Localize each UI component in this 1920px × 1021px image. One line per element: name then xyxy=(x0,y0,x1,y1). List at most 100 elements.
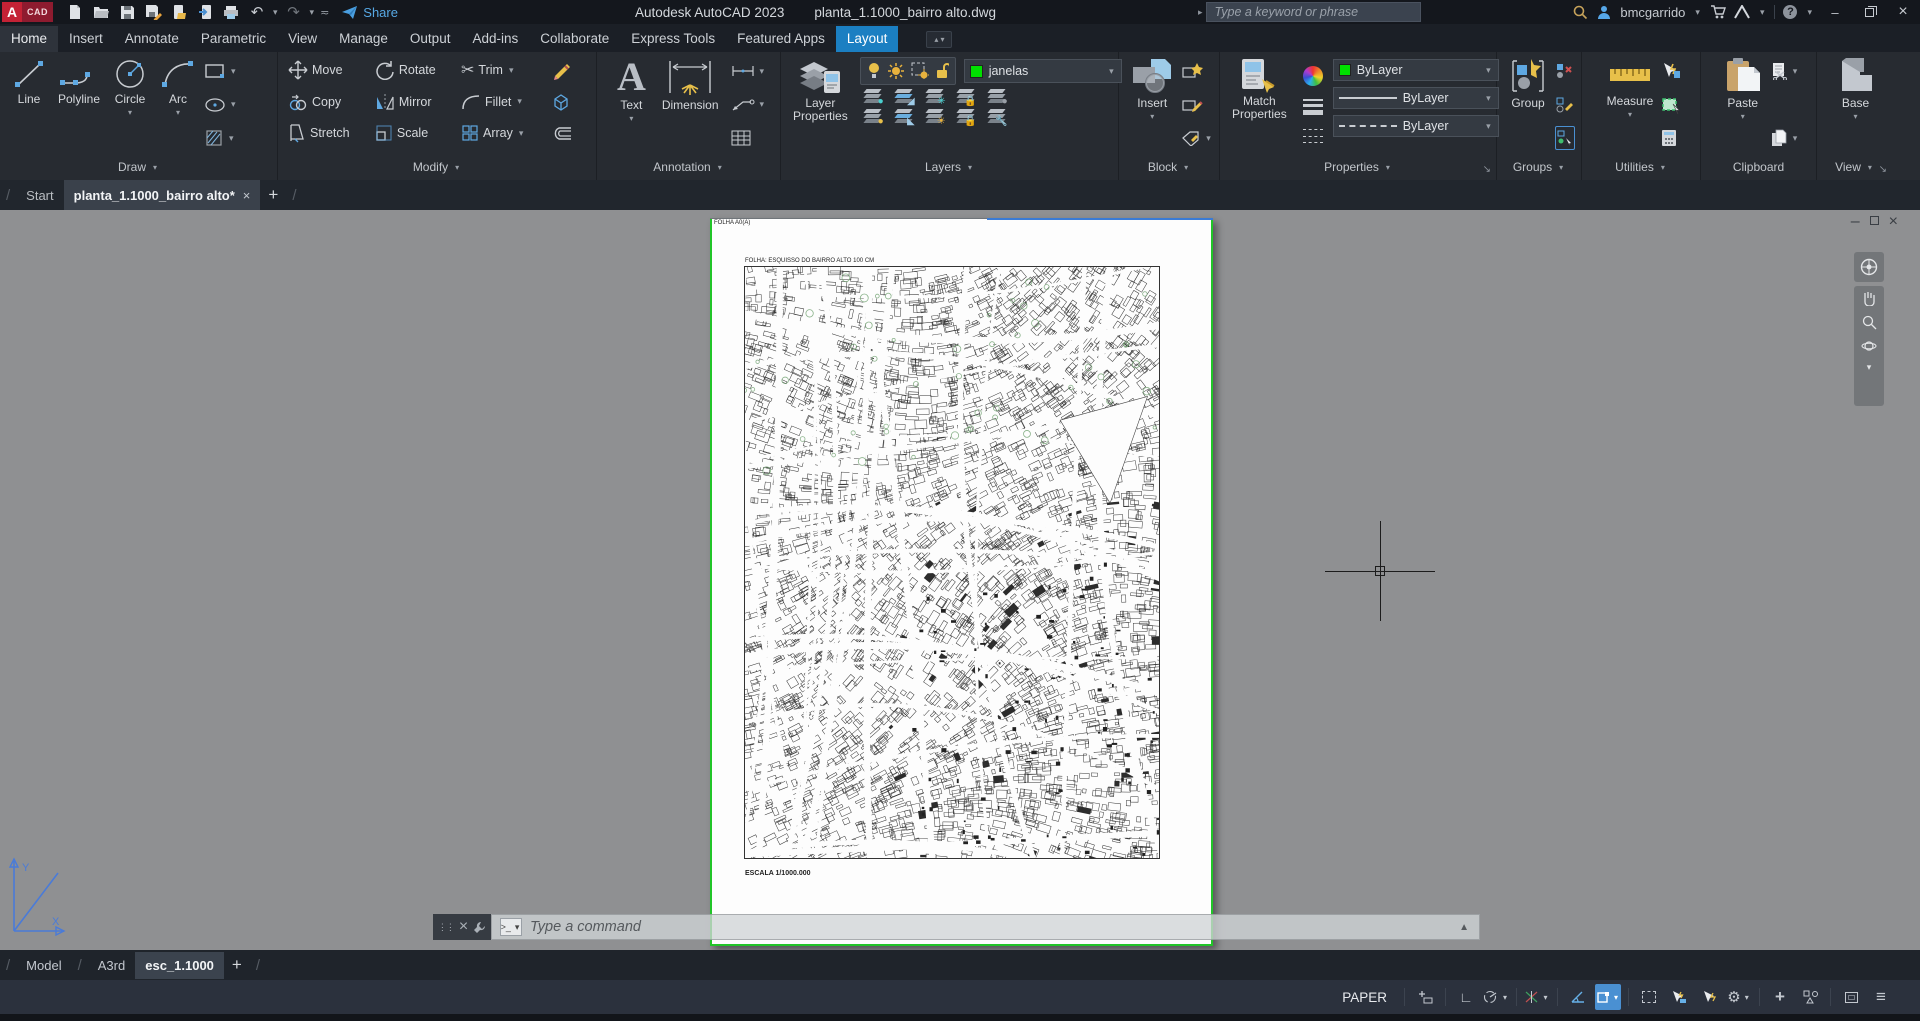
copyclip-dropdown-arrow[interactable]: ▾ xyxy=(1791,133,1800,144)
linetype-dropdown[interactable]: ByLayer ▾ xyxy=(1333,115,1499,137)
ribbon-tab-collaborate[interactable]: Collaborate xyxy=(529,26,620,52)
properties-dialog-launcher[interactable]: ↘ xyxy=(1483,164,1491,175)
viewport-border-bottom[interactable] xyxy=(710,944,1213,946)
dimension-tool[interactable]: Dimension xyxy=(656,55,725,154)
hatch-dropdown-arrow[interactable]: ▾ xyxy=(227,133,236,144)
group-selection-toggle[interactable] xyxy=(1555,126,1575,150)
panel-label-clipboard[interactable]: Clipboard xyxy=(1701,154,1816,180)
save-button[interactable] xyxy=(115,1,139,23)
trim-tool[interactable]: ✂ Trim ▾ xyxy=(461,57,541,83)
mirror-tool[interactable]: Mirror xyxy=(375,89,451,115)
color-wheel-icon[interactable] xyxy=(1303,66,1323,86)
ribbon-tab-annotate[interactable]: Annotate xyxy=(114,26,190,52)
close-button[interactable]: × xyxy=(1890,1,1916,23)
status-bar-menu-button[interactable]: ≡ xyxy=(1868,984,1894,1010)
fillet-dropdown-arrow[interactable]: ▾ xyxy=(515,96,524,107)
isolate-objects-button[interactable] xyxy=(1797,984,1823,1010)
open-file-button[interactable] xyxy=(89,1,113,23)
redo-button[interactable]: ↷ xyxy=(282,1,306,23)
command-close-icon[interactable]: × xyxy=(459,918,468,936)
search-icon[interactable] xyxy=(1573,5,1588,20)
rectangle-tool[interactable]: ▾ xyxy=(204,59,238,83)
autocad-logo-icon[interactable]: A xyxy=(2,2,22,22)
copy-tool[interactable]: Copy xyxy=(288,89,365,115)
selection-cycling-toggle[interactable] xyxy=(1636,984,1662,1010)
panel-label-modify[interactable]: Modify▾ xyxy=(278,154,596,180)
base-dropdown-arrow[interactable]: ▾ xyxy=(1851,112,1859,121)
share-button[interactable]: Share xyxy=(341,5,398,20)
paste-button[interactable]: Paste ▾ xyxy=(1718,55,1768,154)
user-dropdown-arrow[interactable]: ▾ xyxy=(1693,7,1702,18)
isometric-drafting-toggle[interactable]: ▾ xyxy=(1524,984,1550,1010)
dim-dropdown-arrow[interactable]: ▾ xyxy=(758,66,767,77)
ribbon-tab-manage[interactable]: Manage xyxy=(328,26,399,52)
command-input-area[interactable]: >_▾ ▲ xyxy=(491,914,1480,940)
command-prompt-icon[interactable]: >_▾ xyxy=(500,918,522,936)
ellipse-tool[interactable]: ▾ xyxy=(204,93,238,117)
leader-tool[interactable]: ▾ xyxy=(731,93,767,117)
ribbon-tab-parametric[interactable]: Parametric xyxy=(190,26,277,52)
object-snap-tracking-toggle[interactable] xyxy=(1565,984,1591,1010)
leader-dropdown-arrow[interactable]: ▾ xyxy=(758,99,767,110)
drag-grip-icon[interactable]: ⋮⋮ xyxy=(438,922,454,933)
copy-clip-tool[interactable]: ▾ xyxy=(1770,126,1800,150)
save-to-web-mobile-button[interactable] xyxy=(167,1,191,23)
customization-gear-button[interactable]: ⚙ ▾ xyxy=(1726,984,1752,1010)
layout-tab-model[interactable]: Model xyxy=(16,952,71,979)
hatch-tool[interactable]: ▾ xyxy=(204,126,238,150)
annotation-monitor-button[interactable]: + xyxy=(1767,984,1793,1010)
circle-tool[interactable]: Circle ▾ xyxy=(106,55,154,154)
ellipse-dropdown-arrow[interactable]: ▾ xyxy=(229,99,238,110)
attributes-dropdown-arrow[interactable]: ▾ xyxy=(1204,133,1213,144)
drawing-area[interactable]: – × FOLHA A0(A) FOLHA: ESQUISSO DO BAIRR… xyxy=(0,210,1920,950)
base-view-button[interactable]: Base ▾ xyxy=(1830,55,1882,154)
city-map-drawing[interactable] xyxy=(744,266,1160,859)
user-avatar-icon[interactable] xyxy=(1596,4,1612,20)
text-tool[interactable]: A Text ▾ xyxy=(611,55,652,154)
circle-dropdown-arrow[interactable]: ▾ xyxy=(126,108,134,117)
create-block-tool[interactable] xyxy=(1181,59,1213,83)
panel-label-groups[interactable]: Groups▾ xyxy=(1497,154,1581,180)
cart-icon[interactable] xyxy=(1710,5,1726,19)
stretch-tool[interactable]: Stretch xyxy=(288,120,365,146)
ribbon-tab-layout[interactable]: Layout xyxy=(836,26,899,52)
fillet-tool[interactable]: Fillet ▾ xyxy=(461,89,541,115)
object-color-dropdown[interactable]: ByLayer ▾ xyxy=(1333,59,1499,81)
define-attributes-tool[interactable]: ▾ xyxy=(1181,126,1213,150)
open-from-web-mobile-button[interactable] xyxy=(193,1,217,23)
view-dialog-launcher[interactable]: ↘ xyxy=(1879,164,1887,175)
command-input[interactable] xyxy=(530,919,1451,935)
restore-button[interactable] xyxy=(1856,1,1882,23)
insert-block-button[interactable]: Insert ▾ xyxy=(1125,55,1179,154)
autodesk-dropdown-arrow[interactable]: ▾ xyxy=(1758,7,1767,18)
autodesk-logo-icon[interactable] xyxy=(1734,5,1750,19)
arc-tool[interactable]: Arc ▾ xyxy=(154,55,202,154)
cut-dropdown-arrow[interactable]: ▾ xyxy=(1791,66,1800,77)
cut-tool[interactable]: ▾ xyxy=(1770,59,1800,83)
layer-thaw-sun-icon[interactable] xyxy=(887,62,905,80)
save-as-button[interactable] xyxy=(141,1,165,23)
new-file-button[interactable] xyxy=(63,1,87,23)
viewport-border-left[interactable] xyxy=(710,218,712,946)
layer-match-tool[interactable]: ● xyxy=(864,109,882,125)
panel-label-properties[interactable]: Properties▾↘ xyxy=(1220,154,1496,180)
linetype-icon[interactable] xyxy=(1303,129,1323,143)
panel-label-layers[interactable]: Layers▾ xyxy=(781,154,1118,180)
layer-off-tool[interactable]: ● xyxy=(864,89,882,105)
lineweight-icon[interactable] xyxy=(1303,99,1323,115)
zoom-icon[interactable] xyxy=(1861,314,1877,330)
viewport-border-top[interactable] xyxy=(987,218,1213,220)
new-layout-button[interactable]: + xyxy=(232,955,242,975)
file-tab-close-icon[interactable]: × xyxy=(243,188,251,203)
object-snap-toggle[interactable]: ▾ xyxy=(1595,984,1621,1010)
search-input[interactable] xyxy=(1206,2,1421,22)
panel-label-block[interactable]: Block▾ xyxy=(1119,154,1219,180)
minimize-button[interactable]: – xyxy=(1822,1,1848,23)
table-tool[interactable] xyxy=(731,126,767,150)
move-tool[interactable]: Move xyxy=(288,57,365,83)
navbar-dropdown-arrow[interactable]: ▾ xyxy=(1865,362,1874,373)
layer-dropdown[interactable]: janelas ▾ xyxy=(964,59,1122,83)
layer-isolate-tool[interactable]: ◢ xyxy=(895,89,913,105)
clean-screen-button[interactable] xyxy=(1838,984,1864,1010)
quick-calculator-tool[interactable] xyxy=(1661,126,1681,150)
